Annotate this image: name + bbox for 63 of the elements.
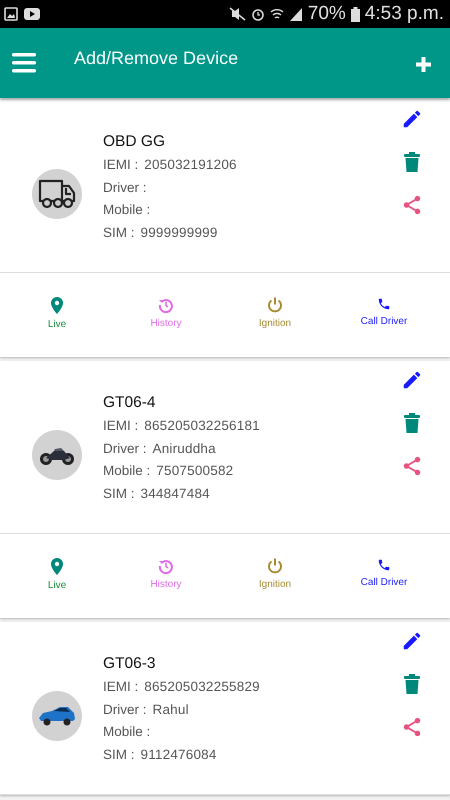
share-icon[interactable] bbox=[401, 194, 423, 216]
share-icon[interactable] bbox=[401, 455, 423, 477]
field-value: 9999999999 bbox=[140, 224, 218, 242]
ignition-button[interactable]: Ignition bbox=[224, 297, 326, 329]
history-button[interactable]: History bbox=[115, 297, 217, 329]
field-label: SIM : bbox=[103, 484, 135, 502]
field-label: IEMI : bbox=[103, 417, 138, 435]
field-label: Mobile : bbox=[103, 201, 150, 219]
phone-icon bbox=[377, 558, 391, 572]
call-button[interactable]: Call Driver bbox=[333, 558, 435, 588]
menu-icon[interactable] bbox=[12, 53, 36, 73]
field-value: 865205032255829 bbox=[144, 678, 260, 696]
field-value: 205032191206 bbox=[144, 156, 237, 174]
field-label: SIM : bbox=[103, 746, 135, 764]
phone-icon bbox=[377, 297, 391, 311]
add-icon[interactable] bbox=[416, 57, 431, 72]
edit-icon[interactable] bbox=[401, 108, 423, 130]
call-button[interactable]: Call Driver bbox=[333, 297, 435, 327]
signal-icon bbox=[288, 7, 303, 21]
power-icon bbox=[267, 558, 283, 574]
truck-icon bbox=[37, 177, 77, 211]
field-label: Mobile : bbox=[103, 723, 150, 741]
field-value: 865205032256181 bbox=[144, 417, 260, 435]
field-value: Aniruddha bbox=[152, 440, 216, 458]
field-label: Driver : bbox=[103, 178, 146, 196]
device-name: GT06-3 bbox=[103, 654, 157, 674]
device-name: OBD GG bbox=[103, 132, 166, 152]
field-label: Mobile : bbox=[103, 462, 150, 480]
location-pin-icon bbox=[51, 297, 63, 314]
battery-icon bbox=[350, 6, 360, 22]
wifi-icon bbox=[270, 7, 284, 21]
gallery-icon bbox=[4, 7, 18, 21]
field-value: 9112476084 bbox=[140, 746, 217, 764]
field-label: IEMI : bbox=[103, 678, 138, 696]
delete-icon[interactable] bbox=[402, 673, 422, 695]
mute-icon bbox=[228, 7, 246, 21]
field-label: IEMI : bbox=[103, 156, 138, 174]
edit-icon[interactable] bbox=[401, 630, 423, 652]
ignition-button[interactable]: Ignition bbox=[224, 558, 326, 590]
field-label: Driver : bbox=[103, 700, 146, 718]
history-button[interactable]: History bbox=[115, 558, 217, 590]
live-button[interactable]: Live bbox=[6, 297, 108, 330]
delete-icon[interactable] bbox=[402, 151, 422, 173]
clock-time: 4:53 p.m. bbox=[364, 3, 444, 25]
history-icon bbox=[158, 558, 174, 574]
location-pin-icon bbox=[51, 558, 63, 575]
battery-percent: 70% bbox=[308, 3, 346, 25]
power-icon bbox=[267, 297, 283, 313]
screen-title: Add/Remove Device bbox=[74, 48, 238, 69]
field-label: Driver : bbox=[103, 440, 146, 458]
play-icon bbox=[24, 8, 40, 20]
field-value: 7507500582 bbox=[156, 462, 234, 480]
car-icon bbox=[38, 706, 76, 726]
edit-icon[interactable] bbox=[401, 369, 423, 391]
live-button[interactable]: Live bbox=[6, 558, 108, 591]
alarm-icon bbox=[250, 7, 265, 21]
field-label: SIM : bbox=[103, 224, 135, 242]
history-icon bbox=[158, 297, 174, 313]
field-value: 344847484 bbox=[140, 484, 210, 502]
share-icon[interactable] bbox=[401, 716, 423, 738]
device-name: GT06-4 bbox=[103, 393, 157, 413]
delete-icon[interactable] bbox=[402, 412, 422, 434]
field-value: Rahul bbox=[152, 700, 189, 718]
